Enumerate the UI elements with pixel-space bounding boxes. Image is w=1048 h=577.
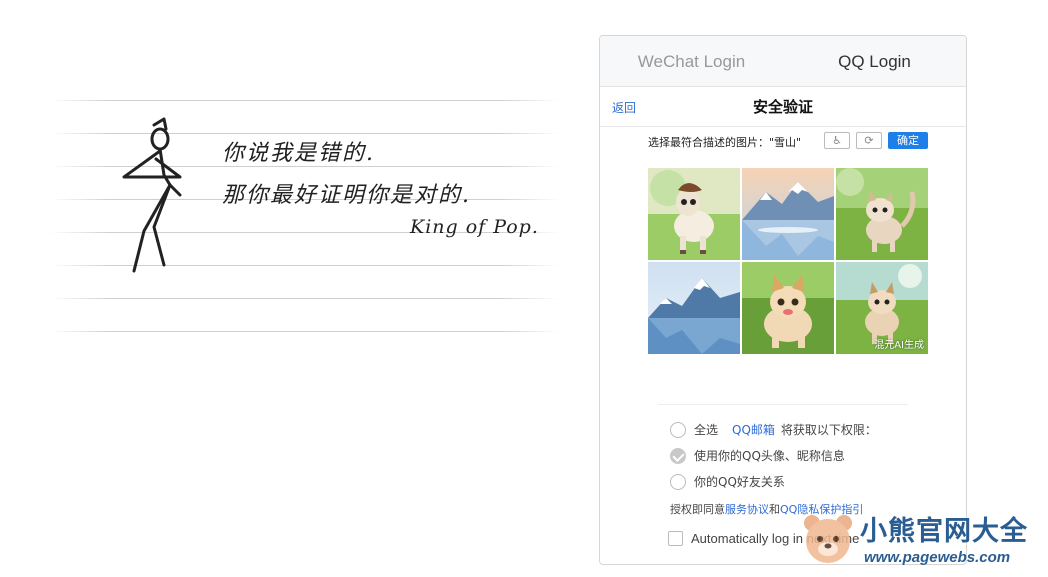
agreement-prefix: 授权即同意	[670, 503, 725, 516]
site-watermark: 小熊官网大全 www.pagewebs.com	[800, 505, 1045, 575]
friends-permission-checkbox[interactable]	[670, 473, 686, 490]
tab-qq-login[interactable]: QQ Login	[783, 36, 966, 86]
verification-title: 安全验证	[752, 98, 813, 116]
login-tabs: WeChat Login QQ Login	[600, 36, 966, 87]
accessibility-button[interactable]: ♿	[824, 132, 850, 149]
permission-item-label: 你的QQ好友关系	[694, 475, 785, 489]
confirm-button[interactable]: 确定	[888, 132, 928, 149]
paper-rule	[50, 331, 560, 332]
captcha-prompt: 选择最符合描述的图片："雪山"	[648, 136, 802, 149]
verification-header: 返回 安全验证	[600, 87, 966, 127]
site-watermark-name: 小熊官网大全	[860, 516, 1028, 547]
captcha-tile-kitten[interactable]	[836, 168, 928, 260]
wheelchair-icon: ♿	[832, 134, 842, 147]
service-agreement-link[interactable]: 服务协议	[725, 503, 769, 516]
permission-item: 你的QQ好友关系	[670, 473, 785, 490]
permission-select-all: 全选 QQ邮箱 将获取以下权限：	[670, 421, 877, 438]
select-all-label: 全选	[694, 423, 719, 437]
site-watermark-url: www.pagewebs.com	[864, 549, 1011, 566]
captcha-tile-snow-mountain[interactable]	[742, 168, 834, 260]
login-panel: WeChat Login QQ Login 返回 安全验证 选择最符合描述的图片…	[599, 35, 967, 565]
bear-logo-icon	[804, 515, 852, 563]
quote-line-1: 你说我是错的.	[222, 141, 375, 166]
kitten-image	[836, 168, 928, 260]
quote-line-2: 那你最好证明你是对的.	[222, 183, 471, 208]
paper-rule	[50, 298, 560, 299]
captcha-tile-snow-mountain[interactable]	[648, 262, 740, 354]
dancing-stickman-illustration	[122, 117, 182, 273]
snow-mountain-image	[648, 262, 740, 354]
app-name-link[interactable]: QQ邮箱	[732, 421, 775, 438]
auto-login-checkbox[interactable]	[668, 531, 683, 546]
tab-wechat-login[interactable]: WeChat Login	[600, 36, 783, 86]
snow-mountain-image	[742, 168, 834, 260]
avatar-permission-checkbox[interactable]	[670, 447, 686, 464]
refresh-button[interactable]: ⟳	[856, 132, 882, 149]
captcha-image-grid: 混元AI生成	[648, 168, 928, 354]
captcha-toolbar: 选择最符合描述的图片："雪山" ♿ ⟳ 确定	[600, 127, 966, 165]
back-link[interactable]: 返回	[612, 99, 636, 116]
permission-request-text: 将获取以下权限：	[780, 423, 877, 437]
permission-item: 使用你的QQ头像、昵称信息	[670, 447, 845, 464]
quote-banner: 你说我是错的. 那你最好证明你是对的. King of Pop.	[50, 95, 560, 340]
captcha-tile-kitten[interactable]	[742, 262, 834, 354]
agreement-and: 和	[769, 503, 780, 516]
pony-image	[648, 168, 740, 260]
captcha-tile-kitten[interactable]: 混元AI生成	[836, 262, 928, 354]
quote-signature: King of Pop.	[410, 216, 539, 238]
refresh-icon: ⟳	[864, 134, 874, 147]
permission-item-label: 使用你的QQ头像、昵称信息	[694, 449, 845, 463]
paper-rule	[50, 100, 560, 101]
select-all-radio[interactable]	[670, 421, 686, 438]
section-divider	[658, 404, 908, 405]
kitten-image	[742, 262, 834, 354]
captcha-tile-pony[interactable]	[648, 168, 740, 260]
ai-generated-label: 混元AI生成	[874, 340, 924, 351]
